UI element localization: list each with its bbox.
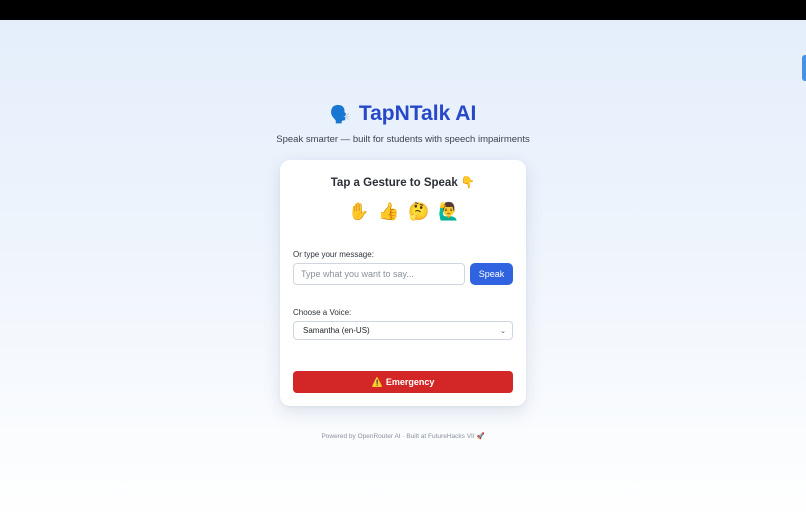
app-subtitle: Speak smarter — built for students with … [276,134,530,145]
emergency-label: Emergency [385,377,435,387]
speak-button[interactable]: Speak [470,263,513,285]
gesture-person-raising-hand-button[interactable]: 🙋‍♂️ [438,201,460,223]
side-tab[interactable] [802,55,806,81]
gesture-heading: Tap a Gesture to Speak 👇 [330,177,476,189]
voice-select[interactable]: Samantha (en-US) ⌄ [293,321,513,340]
message-input[interactable] [293,263,465,285]
gesture-buttons: ✋ 👍 🤔 🙋‍♂️ [280,201,526,223]
app-title: 🗣️ TapNTalk AI [330,100,477,128]
voice-select-value: Samantha (en-US) [303,326,370,335]
emergency-button[interactable]: ⚠️ Emergency [293,371,513,393]
main-card: Tap a Gesture to Speak 👇 ✋ 👍 🤔 🙋‍♂️ Or t… [280,160,526,406]
gesture-raised-hand-button[interactable]: ✋ [348,201,370,223]
thumbs-up-icon: 👍 [378,202,400,222]
voice-label: Choose a Voice: [293,308,352,317]
app-title-text: TapNTalk AI [358,102,477,125]
thinking-face-icon: 🤔 [408,202,430,222]
gesture-thumbs-up-button[interactable]: 👍 [378,201,400,223]
warning-icon: ⚠️ [371,376,383,387]
browser-top-bar [0,0,806,20]
app-header: 🗣️ TapNTalk AI Speak smarter — built for… [0,100,806,145]
speaking-head-icon: 🗣️ [329,104,351,124]
raised-hand-icon: ✋ [348,202,370,222]
footer-credits: Powered by OpenRouter AI · Built at Futu… [321,433,485,440]
gesture-thinking-button[interactable]: 🤔 [408,201,430,223]
person-raising-hand-icon: 🙋‍♂️ [438,202,460,222]
chevron-down-icon: ⌄ [500,327,506,335]
message-label: Or type your message: [293,250,374,259]
